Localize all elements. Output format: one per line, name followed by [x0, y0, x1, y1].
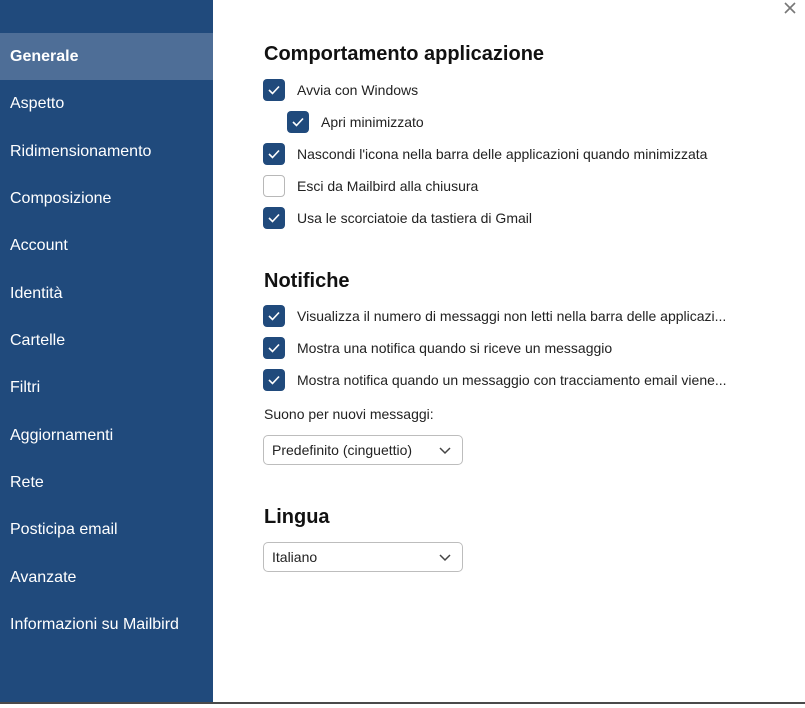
sidebar-item-posticipa-email[interactable]: Posticipa email — [0, 506, 213, 553]
section-title-behavior: Comportamento applicazione — [264, 43, 545, 65]
sidebar-item-rete[interactable]: Rete — [0, 459, 213, 506]
sound-select[interactable]: Predefinito (cinguettio) — [263, 435, 463, 465]
checkbox-start-minimized[interactable]: Apri minimizzato — [287, 111, 424, 133]
settings-sidebar: Generale Aspetto Ridimensionamento Compo… — [0, 0, 213, 702]
checkbox-box[interactable] — [263, 207, 285, 229]
sidebar-item-cartelle[interactable]: Cartelle — [0, 317, 213, 364]
checkbox-label: Mostra notifica quando un messaggio con … — [297, 372, 727, 388]
checkbox-label: Nascondi l'icona nella barra delle appli… — [297, 146, 708, 162]
section-title-language: Lingua — [264, 506, 330, 528]
checkbox-exit-on-close[interactable]: Esci da Mailbird alla chiusura — [263, 175, 478, 197]
checkbox-box[interactable] — [263, 305, 285, 327]
sidebar-item-composizione[interactable]: Composizione — [0, 175, 213, 222]
close-icon — [784, 2, 796, 14]
checkbox-label: Visualizza il numero di messaggi non let… — [297, 308, 727, 324]
sound-label: Suono per nuovi messaggi: — [264, 406, 434, 422]
checkbox-new-message-notification[interactable]: Mostra una notifica quando si riceve un … — [263, 337, 612, 359]
sidebar-item-account[interactable]: Account — [0, 222, 213, 269]
checkbox-label: Mostra una notifica quando si riceve un … — [297, 340, 613, 356]
checkbox-box[interactable] — [263, 143, 285, 165]
check-icon — [292, 117, 304, 127]
checkbox-box[interactable] — [287, 111, 309, 133]
check-icon — [268, 149, 280, 159]
checkbox-box[interactable] — [263, 337, 285, 359]
checkbox-box[interactable] — [263, 79, 285, 101]
checkbox-gmail-shortcuts[interactable]: Usa le scorciatoie da tastiera di Gmail — [263, 207, 532, 229]
close-button[interactable] — [781, 0, 799, 16]
chevron-down-icon — [439, 447, 451, 455]
section-title-notifications: Notifiche — [264, 270, 350, 292]
checkbox-label: Usa le scorciatoie da tastiera di Gmail — [297, 210, 532, 226]
checkbox-label: Apri minimizzato — [321, 114, 424, 130]
sidebar-item-aggiornamenti[interactable]: Aggiornamenti — [0, 412, 213, 459]
checkbox-unread-count[interactable]: Visualizza il numero di messaggi non let… — [263, 305, 726, 327]
check-icon — [268, 213, 280, 223]
chevron-down-icon — [439, 554, 451, 562]
checkbox-hide-taskbar-icon[interactable]: Nascondi l'icona nella barra delle appli… — [263, 143, 707, 165]
language-select[interactable]: Italiano — [263, 542, 463, 572]
checkbox-tracking-notification[interactable]: Mostra notifica quando un messaggio con … — [263, 369, 727, 391]
check-icon — [268, 85, 280, 95]
sidebar-item-informazioni[interactable]: Informazioni su Mailbird — [0, 601, 213, 648]
checkbox-start-with-windows[interactable]: Avvia con Windows — [263, 79, 418, 101]
sidebar-item-ridimensionamento[interactable]: Ridimensionamento — [0, 128, 213, 175]
check-icon — [268, 311, 280, 321]
check-icon — [268, 375, 280, 385]
checkbox-label: Esci da Mailbird alla chiusura — [297, 178, 479, 194]
language-select-value: Italiano — [272, 549, 318, 565]
sidebar-item-filtri[interactable]: Filtri — [0, 364, 213, 411]
sidebar-item-identita[interactable]: Identità — [0, 270, 213, 317]
sound-select-value: Predefinito (cinguettio) — [272, 442, 413, 458]
sidebar-item-aspetto[interactable]: Aspetto — [0, 80, 213, 127]
sidebar-item-avanzate[interactable]: Avanzate — [0, 554, 213, 601]
checkbox-box[interactable] — [263, 175, 285, 197]
check-icon — [268, 343, 280, 353]
checkbox-label: Avvia con Windows — [297, 82, 419, 98]
window-bottom-border — [0, 702, 805, 704]
checkbox-box[interactable] — [263, 369, 285, 391]
sidebar-item-generale[interactable]: Generale — [0, 33, 213, 80]
